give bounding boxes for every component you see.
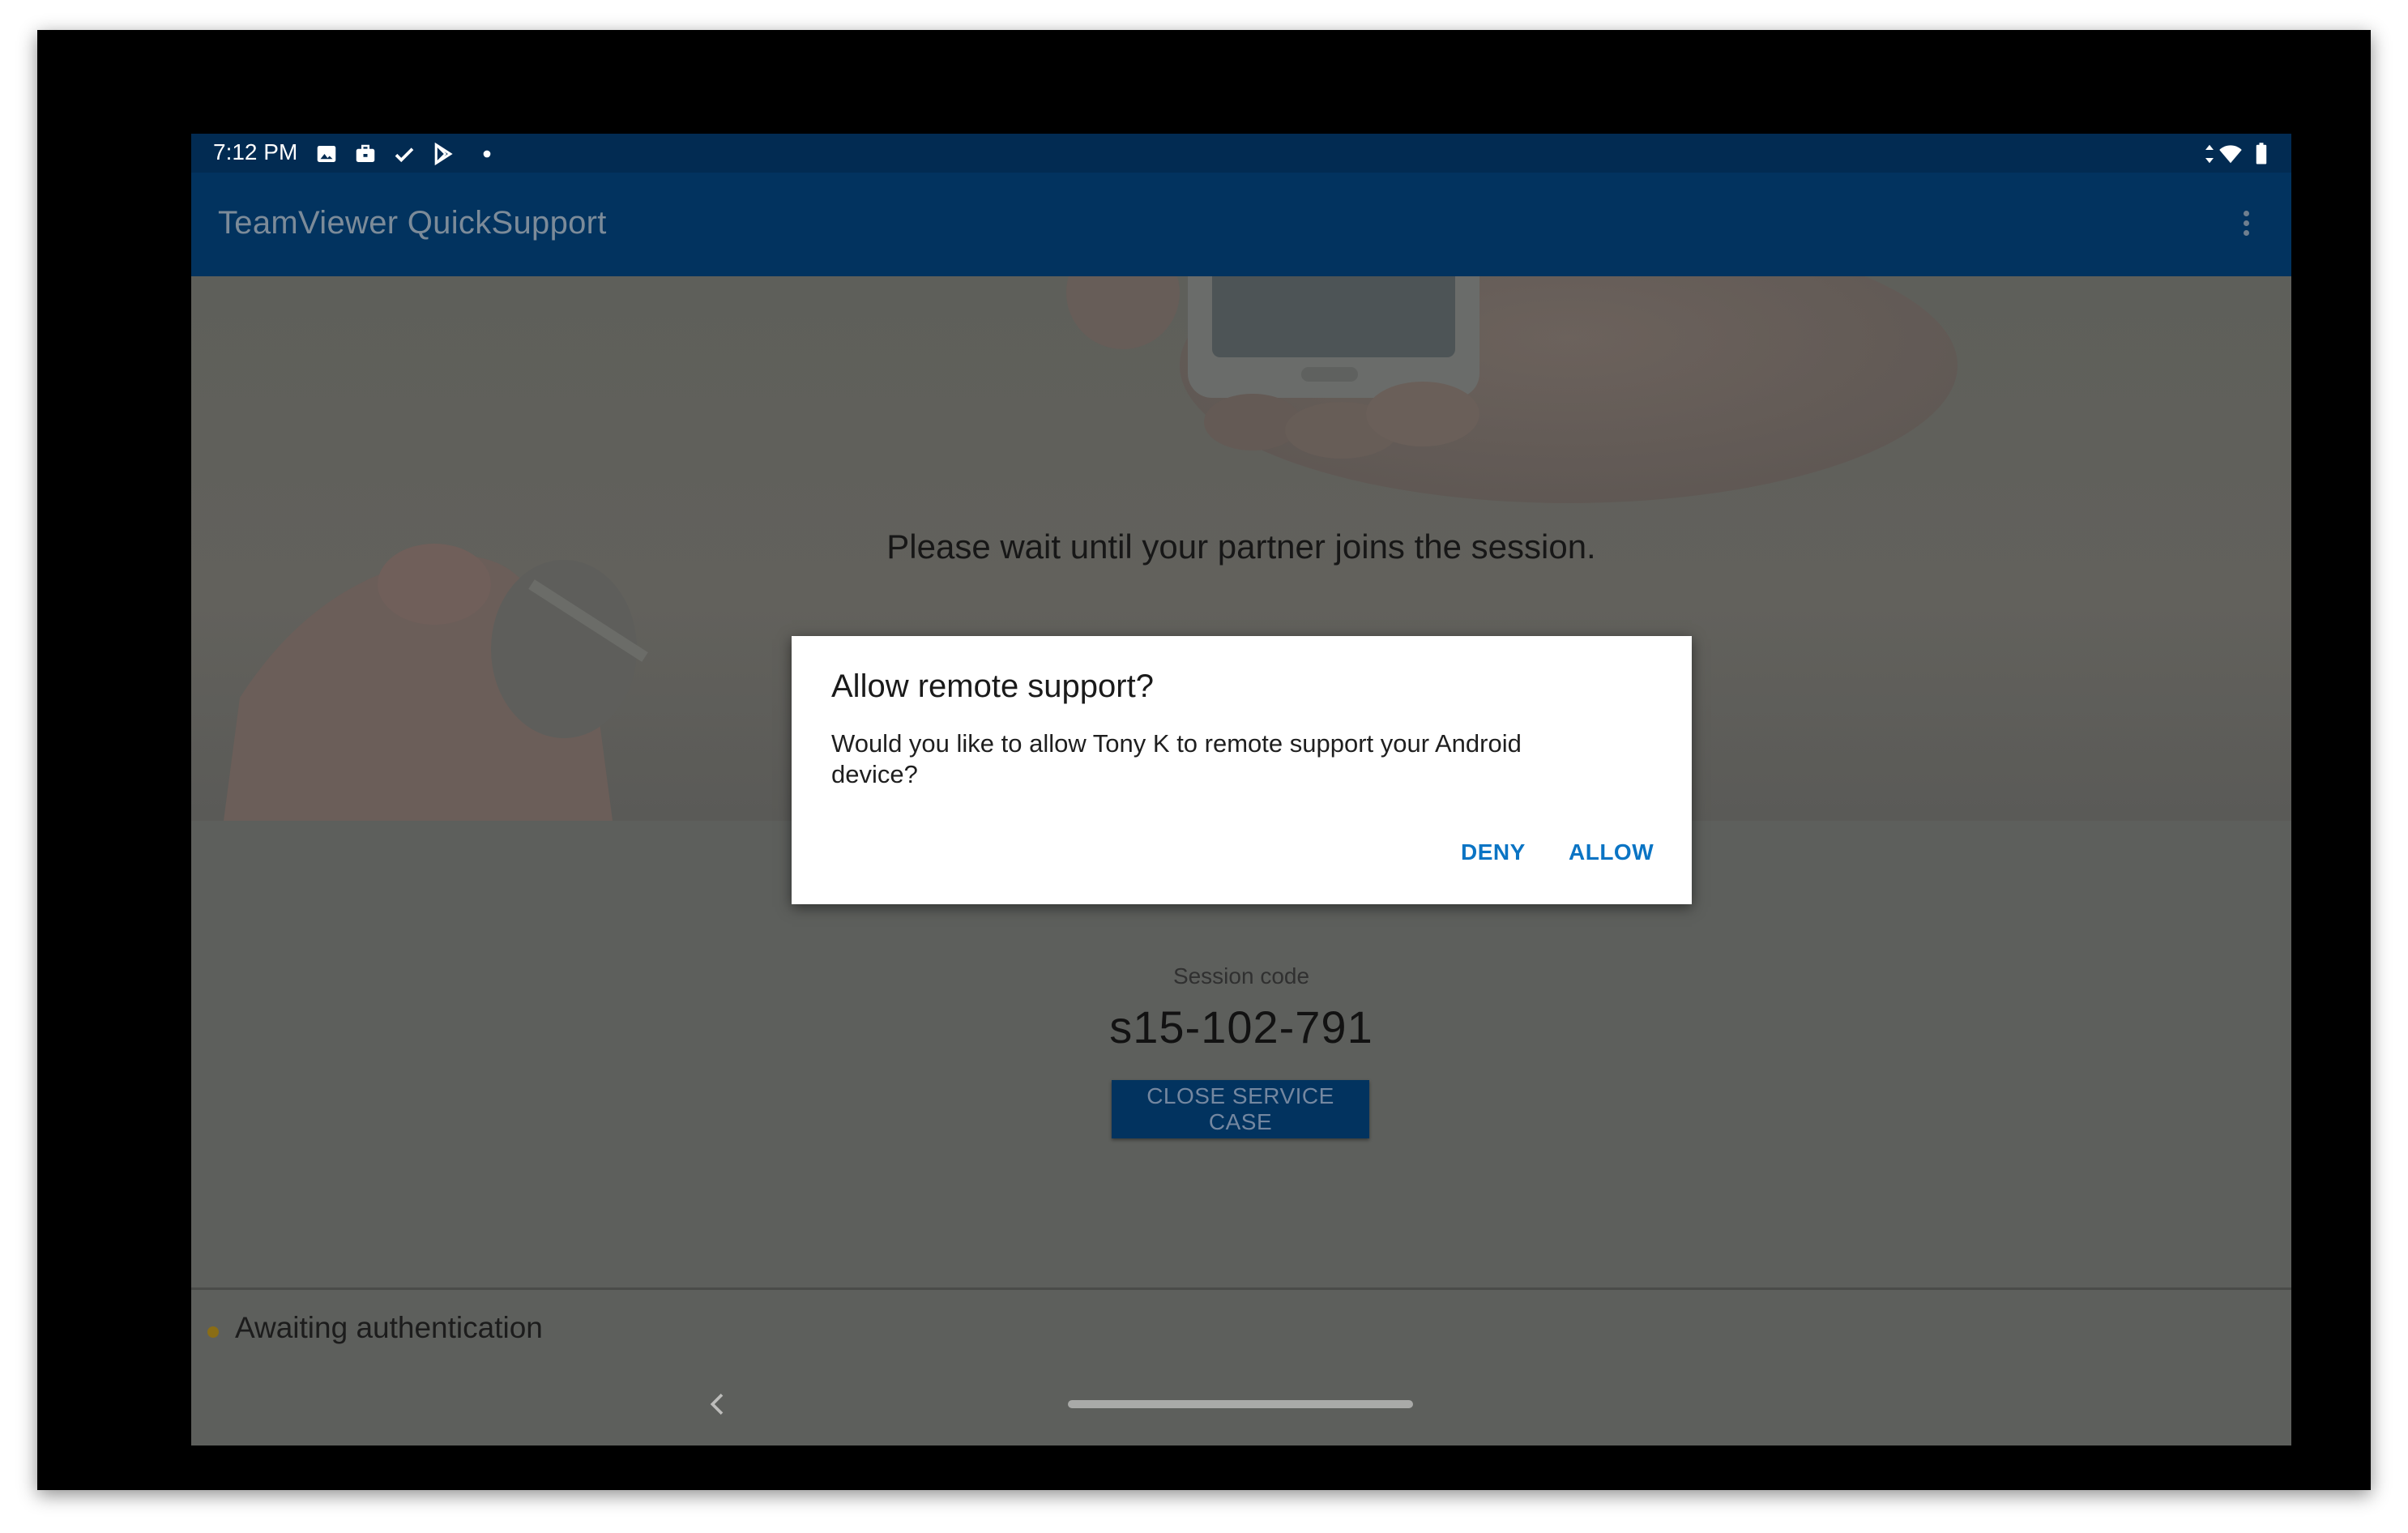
deny-button[interactable]: DENY [1456,832,1531,873]
home-handle-icon[interactable] [1068,1400,1413,1408]
close-service-case-button[interactable]: CLOSE SERVICE CASE [1112,1080,1369,1138]
device-bezel: 7:12 PM TeamViewer QuickSupport Please w… [37,30,2371,1490]
status-bar: 7:12 PM [191,134,2291,173]
connection-status-text: Awaiting authentication [235,1311,543,1344]
wait-message: Please wait until your partner joins the… [886,527,1596,566]
app-bar: TeamViewer QuickSupport [191,173,2291,276]
more-vert-icon[interactable] [2238,207,2254,242]
dot-icon [475,142,499,166]
session-code: s15-102-791 [1109,1001,1373,1053]
briefcase-icon [353,142,378,166]
allow-remote-support-dialog: Allow remote support? Would you like to … [792,636,1692,904]
wifi-icon [2218,142,2243,166]
allow-button[interactable]: ALLOW [1564,832,1659,873]
check-icon [392,142,416,166]
device-screen: 7:12 PM TeamViewer QuickSupport Please w… [191,134,2291,1445]
battery-icon [2249,142,2274,166]
chevron-left-icon[interactable] [702,1388,734,1420]
dialog-message: Would you like to allow Tony K to remote… [831,729,1522,788]
image-icon [314,142,339,166]
status-dot-icon [207,1326,219,1338]
app-title: TeamViewer QuickSupport [218,205,607,241]
session-code-label: Session code [1172,963,1310,989]
divider [191,1287,2291,1290]
dialog-title: Allow remote support? [831,668,1154,704]
status-time: 7:12 PM [213,139,298,164]
play-store-icon [431,142,455,166]
